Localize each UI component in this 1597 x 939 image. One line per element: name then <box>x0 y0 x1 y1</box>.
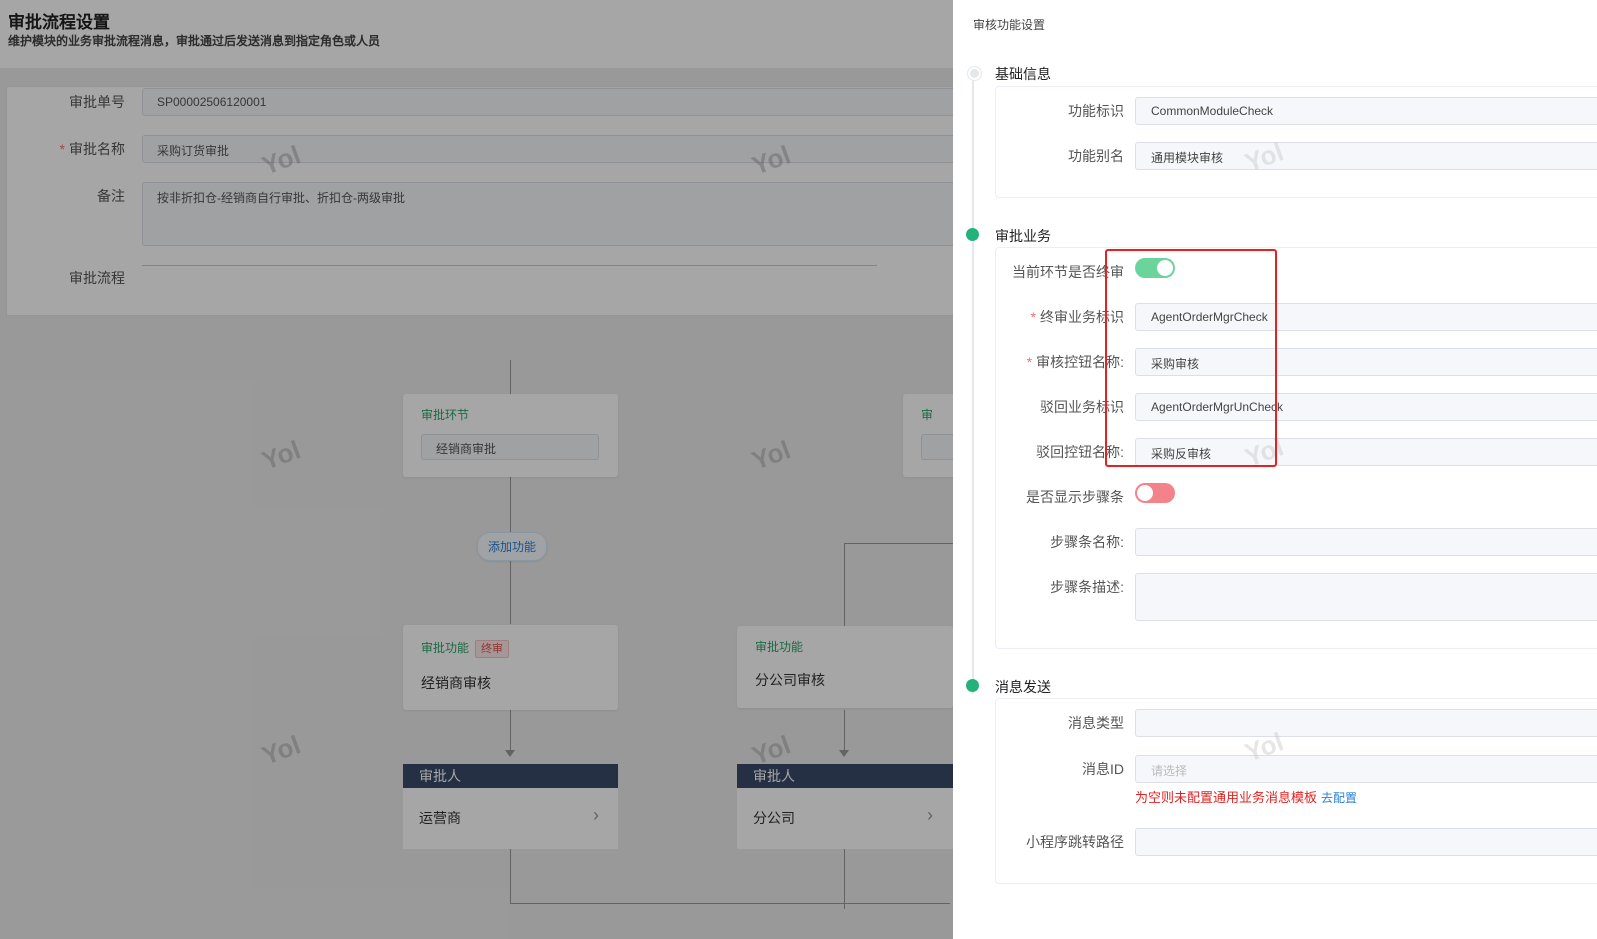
steps-name-field[interactable] <box>1135 528 1597 556</box>
timeline-line <box>972 74 974 694</box>
mini-program-path-label: 小程序跳转路径 <box>1026 834 1124 850</box>
function-alias-field[interactable]: 通用模块审核 <box>1135 142 1597 170</box>
mini-program-path-field[interactable] <box>1135 828 1597 856</box>
modal-overlay[interactable] <box>0 0 953 939</box>
message-type-select[interactable] <box>1135 709 1597 737</box>
configure-link[interactable]: 去配置 <box>1321 791 1357 805</box>
function-id-label: 功能标识 <box>1068 103 1124 119</box>
message-id-label: 消息ID <box>1082 761 1124 777</box>
approval-flow-page: 审批流程设置 维护模块的业务审批流程消息，审批通过后发送消息到指定角色或人员 审… <box>0 0 953 939</box>
message-id-select[interactable]: 请选择 <box>1135 755 1597 783</box>
section-basic-title: 基础信息 <box>995 66 1051 82</box>
message-hint: 为空则未配置通用业务消息模板 去配置 <box>1135 790 1358 805</box>
section-business: 当前环节是否终审 * 终审业务标识 AgentOrderMgrCheck * 审核控… <box>995 247 1597 649</box>
timeline-dot <box>966 228 979 241</box>
section-message: 消息类型 消息ID 请选择 为空则未配置通用业务消息模板 去配置 小程序跳转路径 <box>995 698 1597 884</box>
steps-name-label: 步骤条名称: <box>1050 534 1124 550</box>
function-settings-drawer: 审核功能设置 基础信息 功能标识 CommonModuleCheck 功能别名 … <box>953 0 1597 939</box>
message-type-label: 消息类型 <box>1068 715 1124 731</box>
highlight-box <box>1105 249 1277 467</box>
steps-desc-label: 步骤条描述: <box>1050 579 1124 595</box>
timeline-dot <box>966 679 979 692</box>
function-id-field[interactable]: CommonModuleCheck <box>1135 97 1597 125</box>
steps-desc-field[interactable] <box>1135 573 1597 621</box>
function-alias-label: 功能别名 <box>1068 148 1124 164</box>
section-message-title: 消息发送 <box>995 679 1051 695</box>
drawer-title: 审核功能设置 <box>973 18 1046 32</box>
show-steps-switch[interactable] <box>1135 483 1175 503</box>
show-steps-label: 是否显示步骤条 <box>1026 489 1124 505</box>
section-business-title: 审批业务 <box>995 228 1051 244</box>
section-basic: 功能标识 CommonModuleCheck 功能别名 通用模块审核 <box>995 86 1597 198</box>
timeline-dot <box>968 67 981 80</box>
